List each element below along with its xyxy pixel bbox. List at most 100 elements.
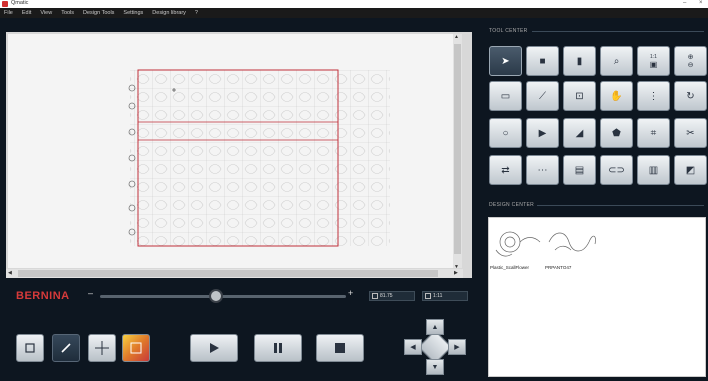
close-button[interactable]: × xyxy=(699,0,703,6)
row-tool[interactable]: ⋯ xyxy=(526,155,559,185)
zoom-in-out-tool[interactable]: ⊕ ⊖ xyxy=(674,46,707,76)
stitch-slider-track[interactable] xyxy=(100,295,346,298)
dpad-right-button[interactable]: ▶ xyxy=(448,339,466,355)
menu-design-tools[interactable]: Design Tools xyxy=(83,10,114,16)
distort-icon: ⌗ xyxy=(650,127,657,139)
design-name-label: Plastic_ScallFlower xyxy=(490,265,530,270)
horizontal-scroll-thumb[interactable] xyxy=(18,270,438,277)
column-icon: ▥ xyxy=(648,164,659,176)
design-name-label: PRPANTO47 xyxy=(545,265,572,270)
scroll-left-icon[interactable]: ◀ xyxy=(8,270,12,276)
wand-icon: ⟋ xyxy=(539,90,546,102)
mirror-tool[interactable]: ◢ xyxy=(563,118,596,148)
scroll-right-icon[interactable]: ▶ xyxy=(454,270,458,276)
zoom-actual-size-tool[interactable]: 1:1 ▣ xyxy=(637,46,670,76)
app-logo-icon xyxy=(2,1,8,7)
crop-button[interactable] xyxy=(16,334,44,362)
tool-center-heading: TOOL CENTER xyxy=(489,28,528,34)
resize-tool[interactable]: ⊡ xyxy=(563,81,596,111)
menu-settings[interactable]: Settings xyxy=(123,10,143,16)
scroll-design-preview xyxy=(548,232,596,252)
menu-help[interactable]: ? xyxy=(195,10,198,16)
pan-tool[interactable]: ✋ xyxy=(600,81,633,111)
zoom-in-icon: ⊕ xyxy=(687,54,694,61)
scroll-up-icon[interactable]: ▲ xyxy=(454,34,459,40)
design-thumbnail[interactable] xyxy=(490,220,542,264)
design-center-divider xyxy=(537,205,704,206)
menu-bar: File Edit View Tools Design Tools Settin… xyxy=(0,8,708,18)
repeat-tool[interactable]: ⇄ xyxy=(489,155,522,185)
menu-edit[interactable]: Edit xyxy=(22,10,31,16)
shape-icon: ⬟ xyxy=(612,127,621,139)
menu-view[interactable]: View xyxy=(40,10,52,16)
design-count-readout: 1:11 xyxy=(422,291,468,301)
minimize-button[interactable]: – xyxy=(683,0,686,6)
rotate-tool[interactable]: ↻ xyxy=(674,81,707,111)
shape-tool[interactable]: ⬟ xyxy=(600,118,633,148)
brand-logo: BERNINA xyxy=(16,290,70,302)
menu-file[interactable]: File xyxy=(4,10,13,16)
play-icon xyxy=(210,343,219,353)
stack-tool[interactable]: ▤ xyxy=(563,155,596,185)
dpad-down-button[interactable]: ▼ xyxy=(426,359,444,375)
stitch-slider-row: BERNINA – + 81.75 1:11 xyxy=(0,282,480,306)
position-button[interactable] xyxy=(88,334,116,362)
slider-increase-button[interactable]: + xyxy=(348,288,353,298)
quilt-design-preview xyxy=(128,69,390,247)
dpad-left-button[interactable]: ◀ xyxy=(404,339,422,355)
circle-tool[interactable]: ○ xyxy=(489,118,522,148)
vertical-scrollbar[interactable]: ▲ ▼ xyxy=(453,34,462,268)
play-button[interactable] xyxy=(190,334,238,362)
zoom-fit-icon: ▣ xyxy=(649,59,658,69)
design-library-panel: Plastic_ScallFlower PRPANTO47 xyxy=(488,217,706,377)
link-tool[interactable]: ⊂⊃ xyxy=(600,155,633,185)
frame-icon: ▭ xyxy=(500,90,511,102)
distort-tool[interactable]: ⌗ xyxy=(637,118,670,148)
layers-icon: ▮ xyxy=(576,55,583,67)
stop-button[interactable] xyxy=(316,334,364,362)
color-button[interactable] xyxy=(122,334,150,362)
scissors-icon: ✂ xyxy=(686,127,695,139)
needle-icon xyxy=(61,343,71,353)
direction-pad: ▲ ▼ ◀ ▶ xyxy=(404,319,466,375)
cut-tool[interactable]: ✂ xyxy=(674,118,707,148)
stack-icon: ▤ xyxy=(574,164,585,176)
design-thumbnail[interactable] xyxy=(545,220,599,264)
title-bar: Qmatic – × xyxy=(0,0,708,8)
fill-icon: ◩ xyxy=(685,164,696,176)
zoom-tool[interactable]: ⌕ xyxy=(600,46,633,76)
crop-icon xyxy=(25,343,35,353)
layer-tool[interactable]: ▮ xyxy=(563,46,596,76)
select-tool[interactable]: ➤ xyxy=(489,46,522,76)
window-title: Qmatic xyxy=(11,0,29,6)
lock-icon: ■ xyxy=(539,55,546,67)
scroll-down-icon[interactable]: ▼ xyxy=(454,264,459,268)
row-icon: ⋯ xyxy=(537,164,548,176)
stitch-slider-handle[interactable] xyxy=(208,289,223,303)
flip-icon: ▶ xyxy=(538,127,547,139)
arrow-cursor-icon: ➤ xyxy=(501,55,510,67)
pick-tool[interactable]: ⟋ xyxy=(526,81,559,111)
pause-button[interactable] xyxy=(254,334,302,362)
color-palette-icon xyxy=(130,342,142,354)
column-tool[interactable]: ▥ xyxy=(637,155,670,185)
design-center-heading: DESIGN CENTER xyxy=(489,202,535,208)
flip-tool[interactable]: ▶ xyxy=(526,118,559,148)
stitch-path-button[interactable] xyxy=(52,334,80,362)
dpad-up-button[interactable]: ▲ xyxy=(426,319,444,335)
rotate-icon: ↻ xyxy=(686,90,695,102)
menu-tools[interactable]: Tools xyxy=(61,10,74,16)
horizontal-scrollbar[interactable]: ◀ ▶ xyxy=(6,269,463,278)
menu-design-library[interactable]: Design library xyxy=(152,10,186,16)
fill-tool[interactable]: ◩ xyxy=(674,155,707,185)
vertical-scroll-thumb[interactable] xyxy=(454,44,461,254)
design-count-value: 1:11 xyxy=(433,293,443,299)
align-icon: ⋮ xyxy=(648,90,659,102)
align-tool[interactable]: ⋮ xyxy=(637,81,670,111)
stitch-count-readout: 81.75 xyxy=(369,291,415,301)
move-arrows-icon xyxy=(95,341,109,355)
slider-decrease-button[interactable]: – xyxy=(88,288,93,298)
design-canvas[interactable]: ▲ ▼ xyxy=(8,34,462,268)
frame-tool[interactable]: ▭ xyxy=(489,81,522,111)
lock-tool[interactable]: ■ xyxy=(526,46,559,76)
